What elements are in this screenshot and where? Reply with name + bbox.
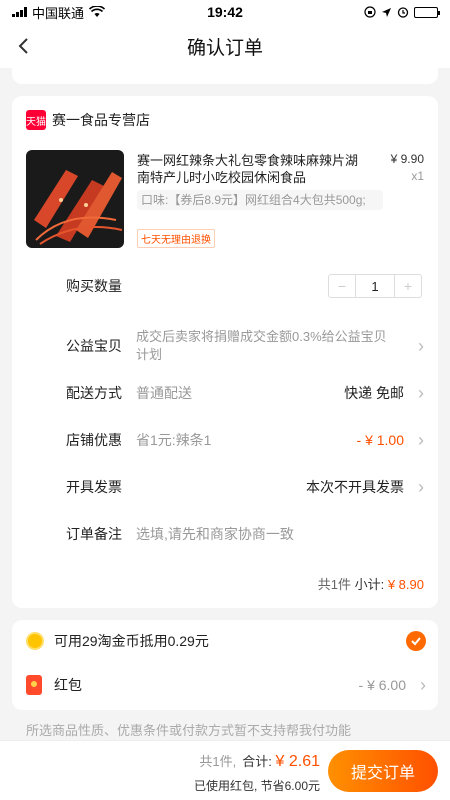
- status-right: [288, 6, 440, 18]
- chevron-right-icon: ›: [418, 430, 424, 450]
- status-left: 中国联通: [12, 3, 162, 22]
- total-amount: ¥ 2.61: [275, 753, 320, 770]
- chevron-right-icon: ›: [418, 383, 424, 403]
- location-icon: [382, 7, 391, 17]
- discount-row[interactable]: 店铺优惠 省1元:辣条1 - ¥ 1.00 ›: [12, 425, 438, 455]
- chevron-left-icon: [18, 38, 28, 54]
- donation-row[interactable]: 公益宝贝 成交后卖家将捐赠成交金额0.3%给公益宝贝计划 ›: [12, 326, 438, 366]
- quantity-label: 购买数量: [66, 278, 122, 294]
- payment-notice: 所选商品性质、优惠条件或付款方式暂不支持帮我付功能: [26, 723, 352, 738]
- invoice-value: 本次不开具发票: [306, 479, 404, 495]
- coins-text: 可用29淘金币抵用0.29元: [54, 633, 209, 649]
- chevron-right-icon: ›: [418, 336, 424, 356]
- subtotal-value: ¥ 8.90: [387, 577, 424, 592]
- coins-row[interactable]: 可用29淘金币抵用0.29元: [26, 628, 426, 654]
- order-card: 天猫 赛一食品专营店 赛一网红辣条大礼包零食辣味麻辣片湖南特产儿时小吃校园休闲食…: [12, 96, 438, 608]
- total-count: 共1件,: [199, 754, 237, 769]
- delivery-method: 普通配送: [136, 385, 192, 401]
- back-button[interactable]: [10, 32, 38, 60]
- decrease-button[interactable]: −: [329, 275, 355, 297]
- carrier-name: 中国联通: [32, 5, 85, 21]
- redpack-row[interactable]: 红包 - ¥ 6.00 ›: [26, 672, 426, 698]
- sku-info: 口味:【券后8.9元】网红组合4大包共500g;: [137, 190, 383, 210]
- shop-name: 赛一食品专营店: [52, 112, 150, 128]
- total-line: 共1件, 合计: ¥ 2.61: [199, 751, 320, 771]
- donation-label: 公益宝贝: [66, 338, 122, 354]
- orientation-lock-icon: [364, 6, 376, 18]
- discount-detail: 省1元:辣条1: [136, 432, 212, 448]
- alarm-icon: [397, 7, 409, 18]
- total-label: 合计:: [242, 754, 272, 769]
- return-policy-badge: 七天无理由退换: [137, 229, 215, 248]
- redpack-label: 红包: [54, 677, 82, 693]
- coin-icon: [26, 632, 44, 650]
- shop-header[interactable]: 天猫 赛一食品专营店: [26, 110, 150, 130]
- submit-order-button[interactable]: 提交订单: [328, 750, 438, 792]
- increase-button[interactable]: +: [395, 275, 421, 297]
- quantity-stepper[interactable]: − 1 +: [328, 274, 422, 298]
- tmall-logo-icon: 天猫: [26, 110, 46, 130]
- battery-icon: [414, 6, 440, 18]
- wifi-icon: [89, 6, 106, 17]
- discount-label: 店铺优惠: [66, 432, 122, 448]
- signal-icon: [12, 7, 27, 17]
- redpack-amount: - ¥ 6.00: [358, 677, 406, 693]
- invoice-label: 开具发票: [66, 479, 122, 495]
- remark-row: 订单备注 选填,请先和商家协商一致: [12, 519, 438, 549]
- product-image[interactable]: [26, 150, 124, 248]
- remark-label: 订单备注: [66, 526, 122, 542]
- quantity-value[interactable]: 1: [355, 275, 395, 297]
- delivery-value: 快递 免邮: [344, 385, 404, 401]
- chevron-right-icon: ›: [420, 675, 426, 695]
- invoice-row[interactable]: 开具发票 本次不开具发票 ›: [12, 472, 438, 502]
- delivery-row[interactable]: 配送方式 普通配送 快递 免邮 ›: [12, 378, 438, 408]
- remark-input[interactable]: 选填,请先和商家协商一致: [136, 524, 294, 544]
- subtotal-label: 小计:: [354, 577, 385, 592]
- bottom-bar: 共1件, 合计: ¥ 2.61 已使用红包, 节省6.00元 提交订单: [0, 740, 450, 800]
- discount-value: - ¥ 1.00: [356, 432, 404, 448]
- product-quantity: x1: [411, 169, 424, 183]
- address-card[interactable]: [12, 60, 438, 84]
- status-bar: 中国联通 19:42: [0, 0, 450, 24]
- checkbox-checked-icon[interactable]: [406, 631, 426, 651]
- product-title[interactable]: 赛一网红辣条大礼包零食辣味麻辣片湖南特产儿时小吃校园休闲食品: [137, 152, 367, 186]
- chevron-right-icon: ›: [418, 477, 424, 497]
- product-price: ¥ 9.90: [390, 152, 424, 166]
- donation-text: 成交后卖家将捐赠成交金额0.3%给公益宝贝计划: [136, 329, 387, 362]
- page-title: 确认订单: [186, 37, 263, 59]
- subtotal-count: 共1件: [317, 577, 351, 592]
- status-time: 19:42: [207, 4, 243, 20]
- saved-text: 已使用红包, 节省6.00元: [193, 779, 320, 793]
- delivery-label: 配送方式: [66, 385, 122, 401]
- subtotal: 共1件 小计: ¥ 8.90: [318, 574, 424, 593]
- red-packet-icon: [26, 675, 42, 695]
- quantity-row: 购买数量 − 1 +: [12, 271, 438, 301]
- discount-card: 可用29淘金币抵用0.29元 红包 - ¥ 6.00 ›: [12, 620, 438, 710]
